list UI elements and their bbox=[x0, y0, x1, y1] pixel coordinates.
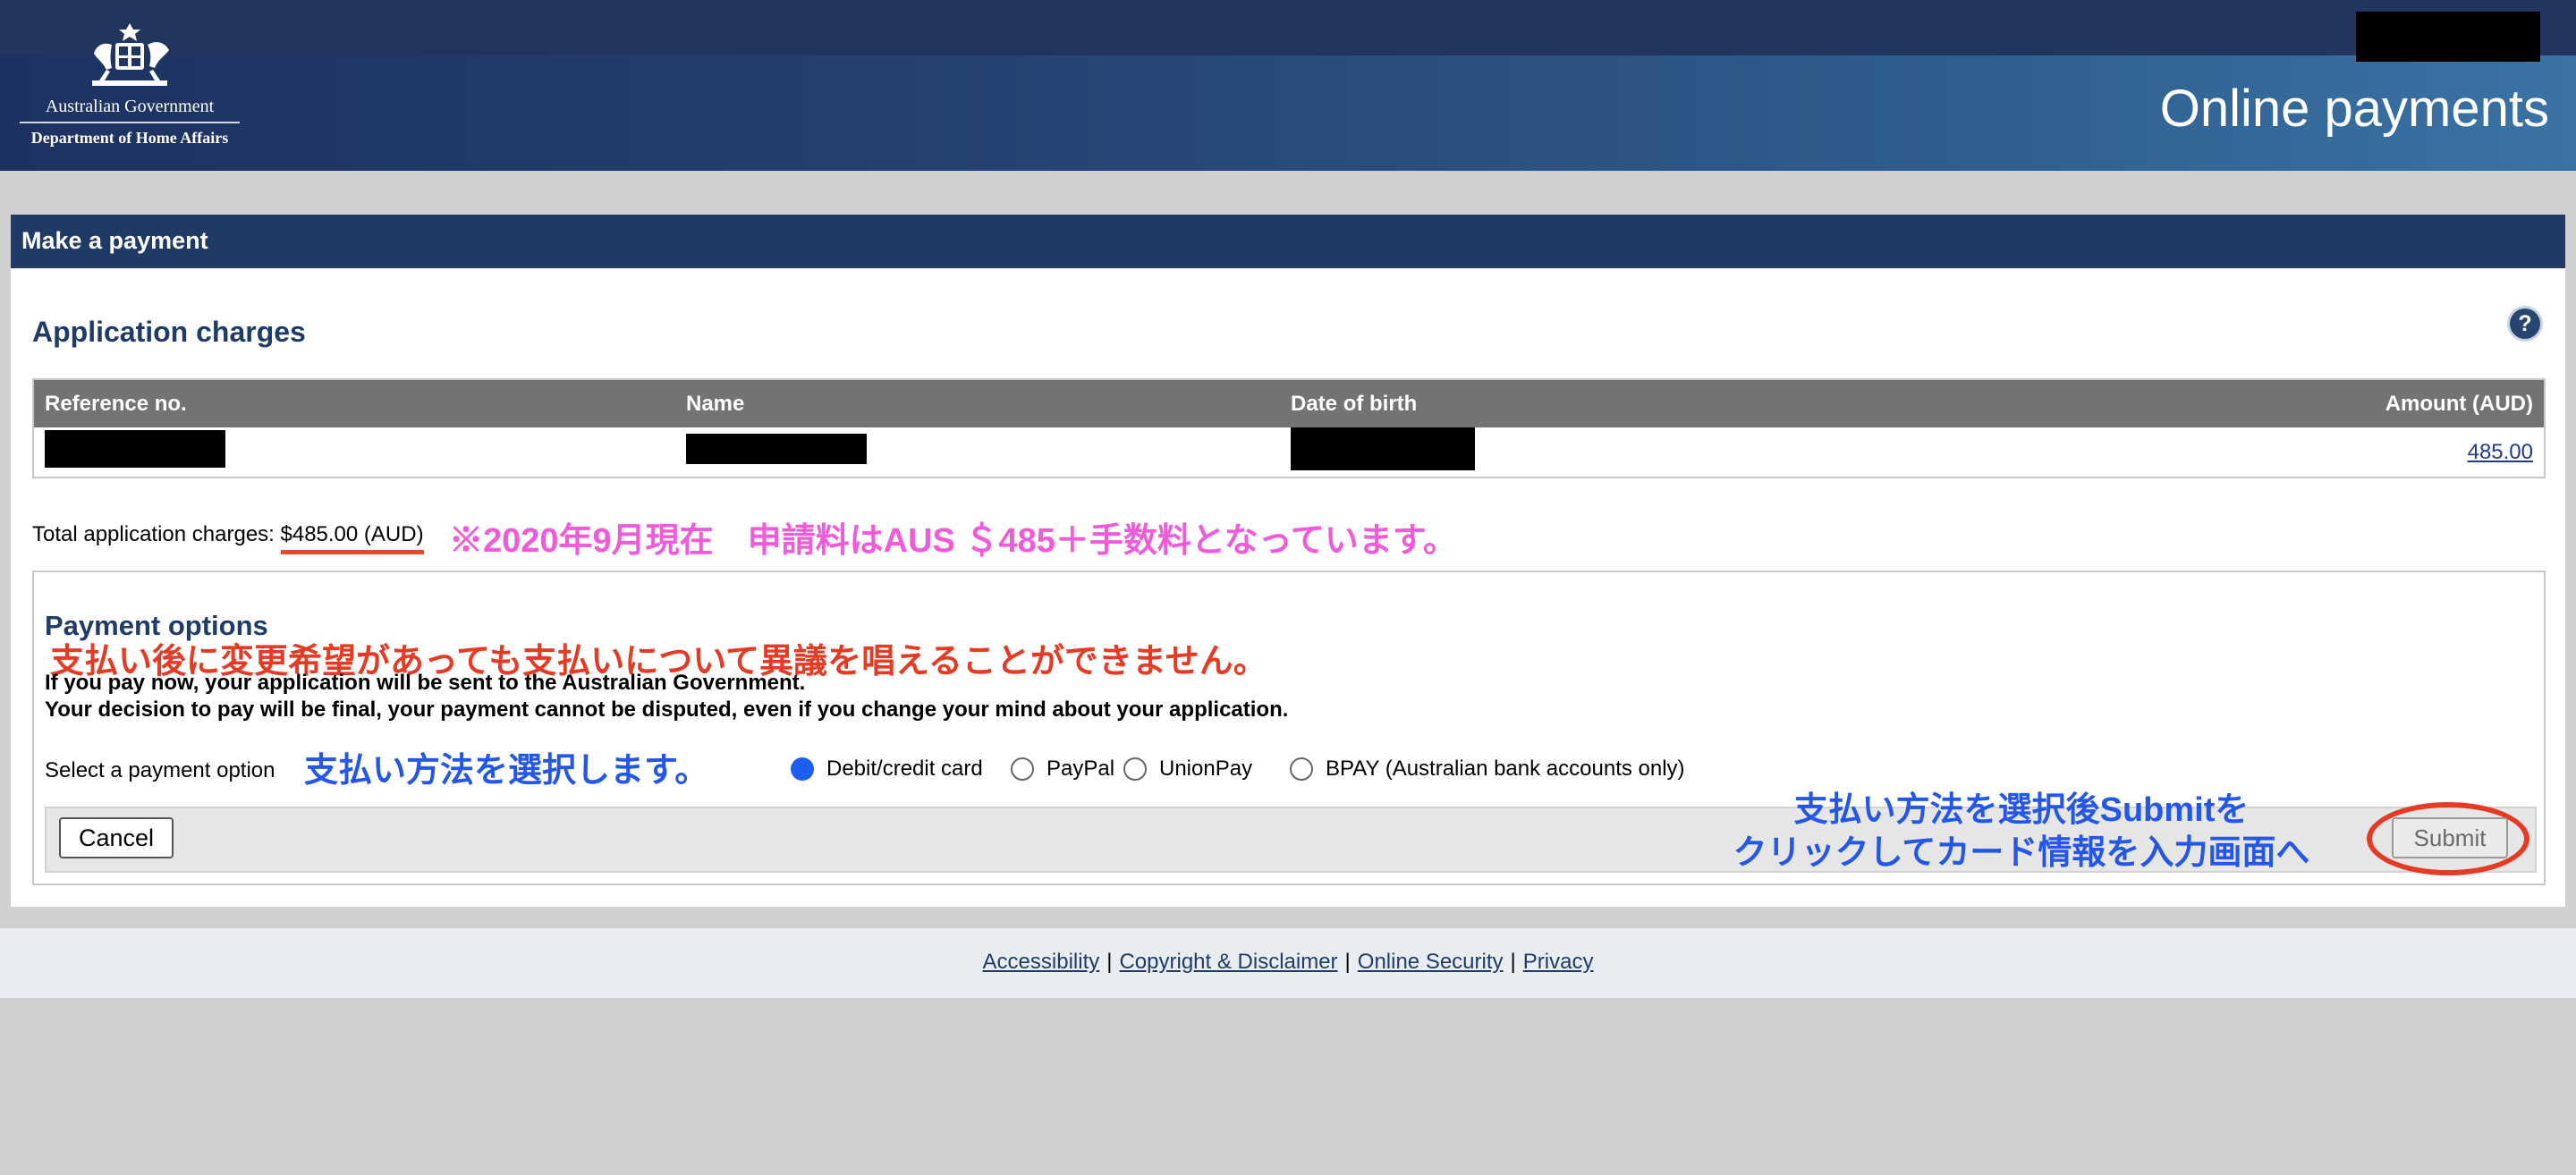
help-icon[interactable]: ? bbox=[2510, 309, 2540, 339]
coat-of-arms-icon bbox=[92, 23, 169, 86]
redacted-date-of-birth bbox=[1291, 427, 1475, 470]
cell-amount: 485.00 bbox=[1942, 427, 2545, 478]
total-label: Total application charges: bbox=[32, 522, 281, 546]
radio-unselected-icon[interactable] bbox=[1011, 757, 1034, 781]
site-footer: Accessibility | Copyright & Disclaimer | Onl… bbox=[0, 928, 2576, 998]
submit-button[interactable]: Submit bbox=[2392, 817, 2508, 858]
site-header: Australian Government Department of Home… bbox=[0, 0, 2576, 171]
column-date-of-birth: Date of birth bbox=[1280, 379, 1942, 427]
footer-separator: | bbox=[1344, 950, 1351, 974]
footer-link-accessibility[interactable]: Accessibility bbox=[983, 950, 1100, 974]
radio-paypal[interactable]: PayPal bbox=[1011, 757, 1114, 782]
annotation-submit-note: 支払い方法を選択後Submitを クリックしてカード情報を入力画面へ bbox=[1682, 789, 2361, 875]
footer-separator: | bbox=[1106, 950, 1113, 974]
radio-unionpay[interactable]: UnionPay bbox=[1123, 757, 1252, 782]
redacted-reference bbox=[45, 430, 225, 468]
cell-date-of-birth bbox=[1280, 427, 1942, 478]
column-amount: Amount (AUD) bbox=[1942, 379, 2545, 427]
cell-name bbox=[675, 427, 1280, 478]
site-title: Online payments bbox=[2159, 80, 2549, 138]
government-logo[interactable]: Australian Government Department of Home… bbox=[20, 18, 240, 152]
logo-line-department: Department of Home Affairs bbox=[30, 129, 229, 147]
redacted-user-box bbox=[2356, 12, 2540, 62]
cancel-button[interactable]: Cancel bbox=[59, 817, 174, 858]
redacted-name bbox=[686, 434, 867, 464]
radio-label: BPAY (Australian bank accounts only) bbox=[1326, 757, 1685, 781]
annotation-fee-note: ※2020年9月現在 申請料はAUS ＄485＋手数料となっています。 bbox=[449, 522, 1458, 560]
cell-reference bbox=[33, 427, 675, 478]
radio-bpay[interactable]: BPAY (Australian bank accounts only) bbox=[1290, 757, 1685, 782]
radio-unselected-icon[interactable] bbox=[1123, 757, 1147, 781]
select-payment-label: Select a payment option bbox=[45, 758, 275, 782]
radio-debit-credit-card[interactable]: Debit/credit card bbox=[791, 757, 983, 782]
footer-link-privacy[interactable]: Privacy bbox=[1523, 950, 1594, 974]
logo-line-government: Australian Government bbox=[45, 97, 215, 116]
header-top-strip bbox=[0, 0, 2576, 55]
column-name: Name bbox=[675, 379, 1280, 427]
radio-label: Debit/credit card bbox=[826, 757, 983, 781]
amount-link[interactable]: 485.00 bbox=[2468, 440, 2533, 464]
annotation-submit-line-1: 支払い方法を選択後Submitを bbox=[1793, 791, 2250, 829]
annotation-submit-line-2: クリックしてカード情報を入力画面へ bbox=[1733, 834, 2310, 872]
footer-link-copyright[interactable]: Copyright & Disclaimer bbox=[1119, 950, 1337, 974]
column-reference: Reference no. bbox=[33, 379, 675, 427]
radio-unselected-icon[interactable] bbox=[1290, 757, 1313, 781]
radio-label: UnionPay bbox=[1159, 757, 1253, 781]
payment-notice-1: If you pay now, your application will be… bbox=[45, 671, 806, 695]
panel-heading: Make a payment bbox=[11, 215, 2565, 268]
total-value: $485.00 (AUD) bbox=[280, 522, 424, 554]
total-charges: Total application charges: $485.00 (AUD) bbox=[32, 522, 424, 554]
footer-link-online-security[interactable]: Online Security bbox=[1358, 950, 1504, 974]
radio-label: PayPal bbox=[1046, 757, 1115, 781]
section-title: Application charges bbox=[32, 316, 306, 348]
charges-table: Reference no. Name Date of birth Amount … bbox=[32, 378, 2546, 478]
payment-notice-2: Your decision to pay will be final, your… bbox=[45, 697, 1289, 722]
footer-separator: | bbox=[1510, 950, 1516, 974]
table-header-row: Reference no. Name Date of birth Amount … bbox=[33, 379, 2545, 427]
annotation-select-note: 支払い方法を選択します。 bbox=[304, 752, 709, 790]
radio-selected-icon[interactable] bbox=[791, 757, 814, 781]
logo-divider bbox=[20, 122, 240, 123]
table-row: 485.00 bbox=[33, 427, 2545, 478]
